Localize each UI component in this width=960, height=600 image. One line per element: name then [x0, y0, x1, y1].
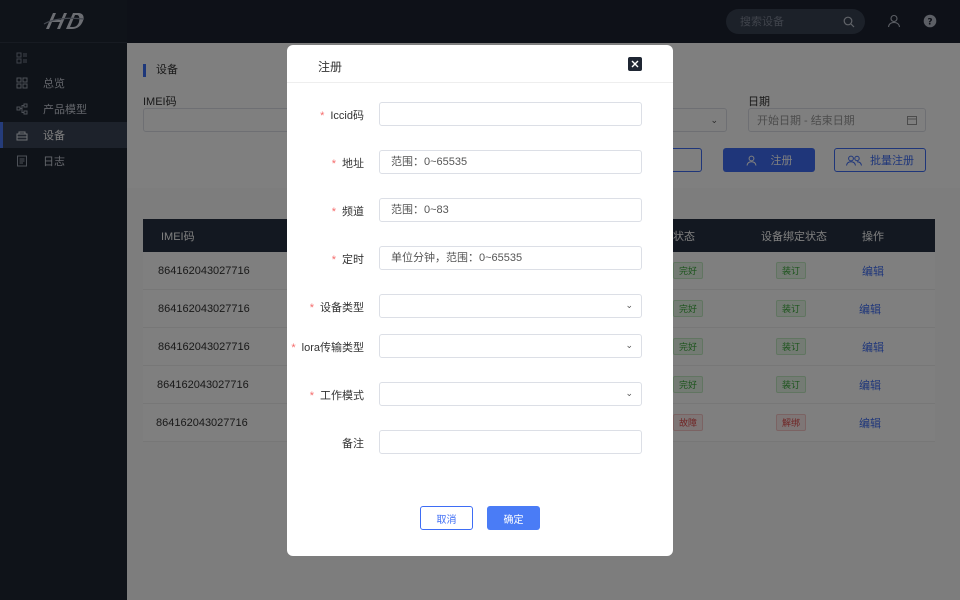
device-type-row: * 设备类型 ⌄: [287, 294, 673, 318]
address-label: * 地址: [332, 155, 364, 171]
dialog-header: 注册: [287, 45, 673, 83]
device-type-select[interactable]: ⌄: [379, 294, 642, 318]
channel-label-text: 频道: [342, 206, 364, 218]
channel-label: * 频道: [332, 203, 364, 219]
work-mode-row: * 工作模式 ⌄: [287, 382, 673, 406]
iccid-row: * Iccid码: [287, 102, 673, 126]
remark-row: 备注: [287, 430, 673, 454]
address-row: * 地址: [287, 150, 673, 174]
close-button[interactable]: [628, 57, 642, 71]
timer-row: * 定时: [287, 246, 673, 270]
close-icon: [631, 60, 639, 68]
chevron-down-icon: ⌄: [625, 340, 633, 350]
required-mark: *: [331, 206, 336, 218]
iccid-label: * Iccid码: [320, 107, 364, 123]
confirm-button[interactable]: 确定: [487, 506, 540, 530]
required-mark: *: [291, 342, 296, 354]
dialog-title: 注册: [318, 60, 343, 74]
required-mark: *: [309, 390, 314, 402]
channel-input[interactable]: [379, 198, 642, 222]
lora-type-label: * lora传输类型: [291, 339, 364, 355]
cancel-button[interactable]: 取消: [420, 506, 473, 530]
address-label-text: 地址: [342, 158, 364, 170]
timer-input[interactable]: [379, 246, 642, 270]
chevron-down-icon: ⌄: [625, 300, 633, 310]
iccid-input[interactable]: [379, 102, 642, 126]
device-type-label-text: 设备类型: [320, 302, 364, 314]
register-dialog: 注册 * Iccid码 * 地址 * 频道 * 定时 * 设备类型 ⌄ * lora传输类型: [287, 45, 673, 556]
channel-row: * 频道: [287, 198, 673, 222]
chevron-down-icon: ⌄: [625, 388, 633, 398]
iccid-label-text: Iccid码: [330, 110, 364, 122]
required-mark: *: [320, 110, 325, 122]
work-mode-label: * 工作模式: [310, 387, 364, 403]
required-mark: *: [331, 158, 336, 170]
lora-type-select[interactable]: ⌄: [379, 334, 642, 358]
device-type-label: * 设备类型: [310, 299, 364, 315]
lora-type-label-text: lora传输类型: [301, 342, 364, 354]
lora-type-row: * lora传输类型 ⌄: [287, 334, 673, 358]
timer-label: * 定时: [332, 251, 364, 267]
work-mode-select[interactable]: ⌄: [379, 382, 642, 406]
timer-label-text: 定时: [342, 254, 364, 266]
remark-input[interactable]: [379, 430, 642, 454]
address-input[interactable]: [379, 150, 642, 174]
work-mode-label-text: 工作模式: [320, 390, 364, 402]
required-mark: *: [331, 254, 336, 266]
required-mark: *: [309, 302, 314, 314]
remark-label: 备注: [342, 438, 364, 450]
